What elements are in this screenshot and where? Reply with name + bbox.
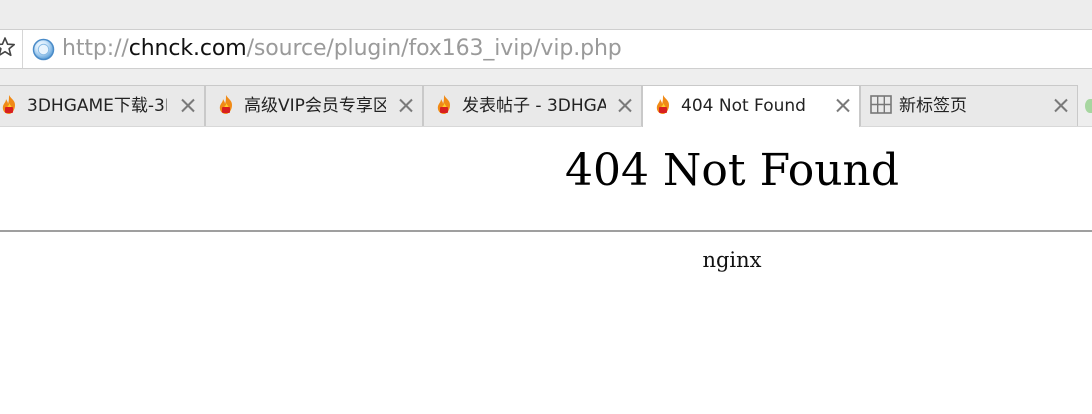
tab-vip-area[interactable]: 高级VIP会员专享区 (205, 85, 423, 126)
error-heading: 404 Not Found (564, 145, 900, 196)
bookmark-star-icon[interactable] (0, 36, 16, 58)
url-field[interactable]: http://chnck.com/source/plugin/fox163_iv… (22, 30, 1092, 68)
tab-title: 新标签页 (899, 96, 967, 116)
flame-icon (651, 93, 675, 117)
tab-close-icon[interactable] (181, 98, 195, 112)
tab-title: 3DHGAME下载-3D (27, 96, 167, 116)
tab-bar: 3DHGAME下载-3D 高级VIP会员专享区 发表帖子 - 3DHGA 404… (0, 69, 1092, 127)
window-top-strip (0, 0, 1092, 29)
url-host: chnck.com (128, 36, 247, 61)
url-scheme: http:// (62, 36, 129, 61)
tab-new-tab[interactable]: 新标签页 (860, 85, 1078, 126)
flame-icon (214, 93, 238, 117)
tab-title: 高级VIP会员专享区 (244, 96, 386, 116)
tab-title: 404 Not Found (681, 96, 806, 116)
address-bar: http://chnck.com/source/plugin/fox163_iv… (0, 29, 1092, 69)
tab-close-icon[interactable] (618, 98, 632, 112)
tab-title: 发表帖子 - 3DHGA (462, 96, 606, 116)
divider (0, 230, 1092, 232)
flame-icon (0, 93, 21, 117)
tab-close-icon[interactable] (836, 98, 850, 112)
url-path: /source/plugin/fox163_ivip/vip.php (246, 36, 622, 61)
new-tab-button[interactable] (1085, 99, 1092, 113)
tab-close-icon[interactable] (399, 98, 413, 112)
tab-close-icon[interactable] (1054, 98, 1068, 112)
tab-404-not-found[interactable]: 404 Not Found (642, 85, 860, 127)
tab-3dhgame[interactable]: 3DHGAME下载-3D (0, 85, 205, 126)
page-content: 404 Not Found nginx (0, 127, 1092, 414)
page-globe-icon (32, 38, 55, 61)
grid-icon (869, 93, 893, 117)
url-text: http://chnck.com/source/plugin/fox163_iv… (62, 36, 622, 62)
flame-icon (432, 93, 456, 117)
server-signature: nginx (702, 248, 762, 272)
tab-post-thread[interactable]: 发表帖子 - 3DHGA (423, 85, 642, 126)
